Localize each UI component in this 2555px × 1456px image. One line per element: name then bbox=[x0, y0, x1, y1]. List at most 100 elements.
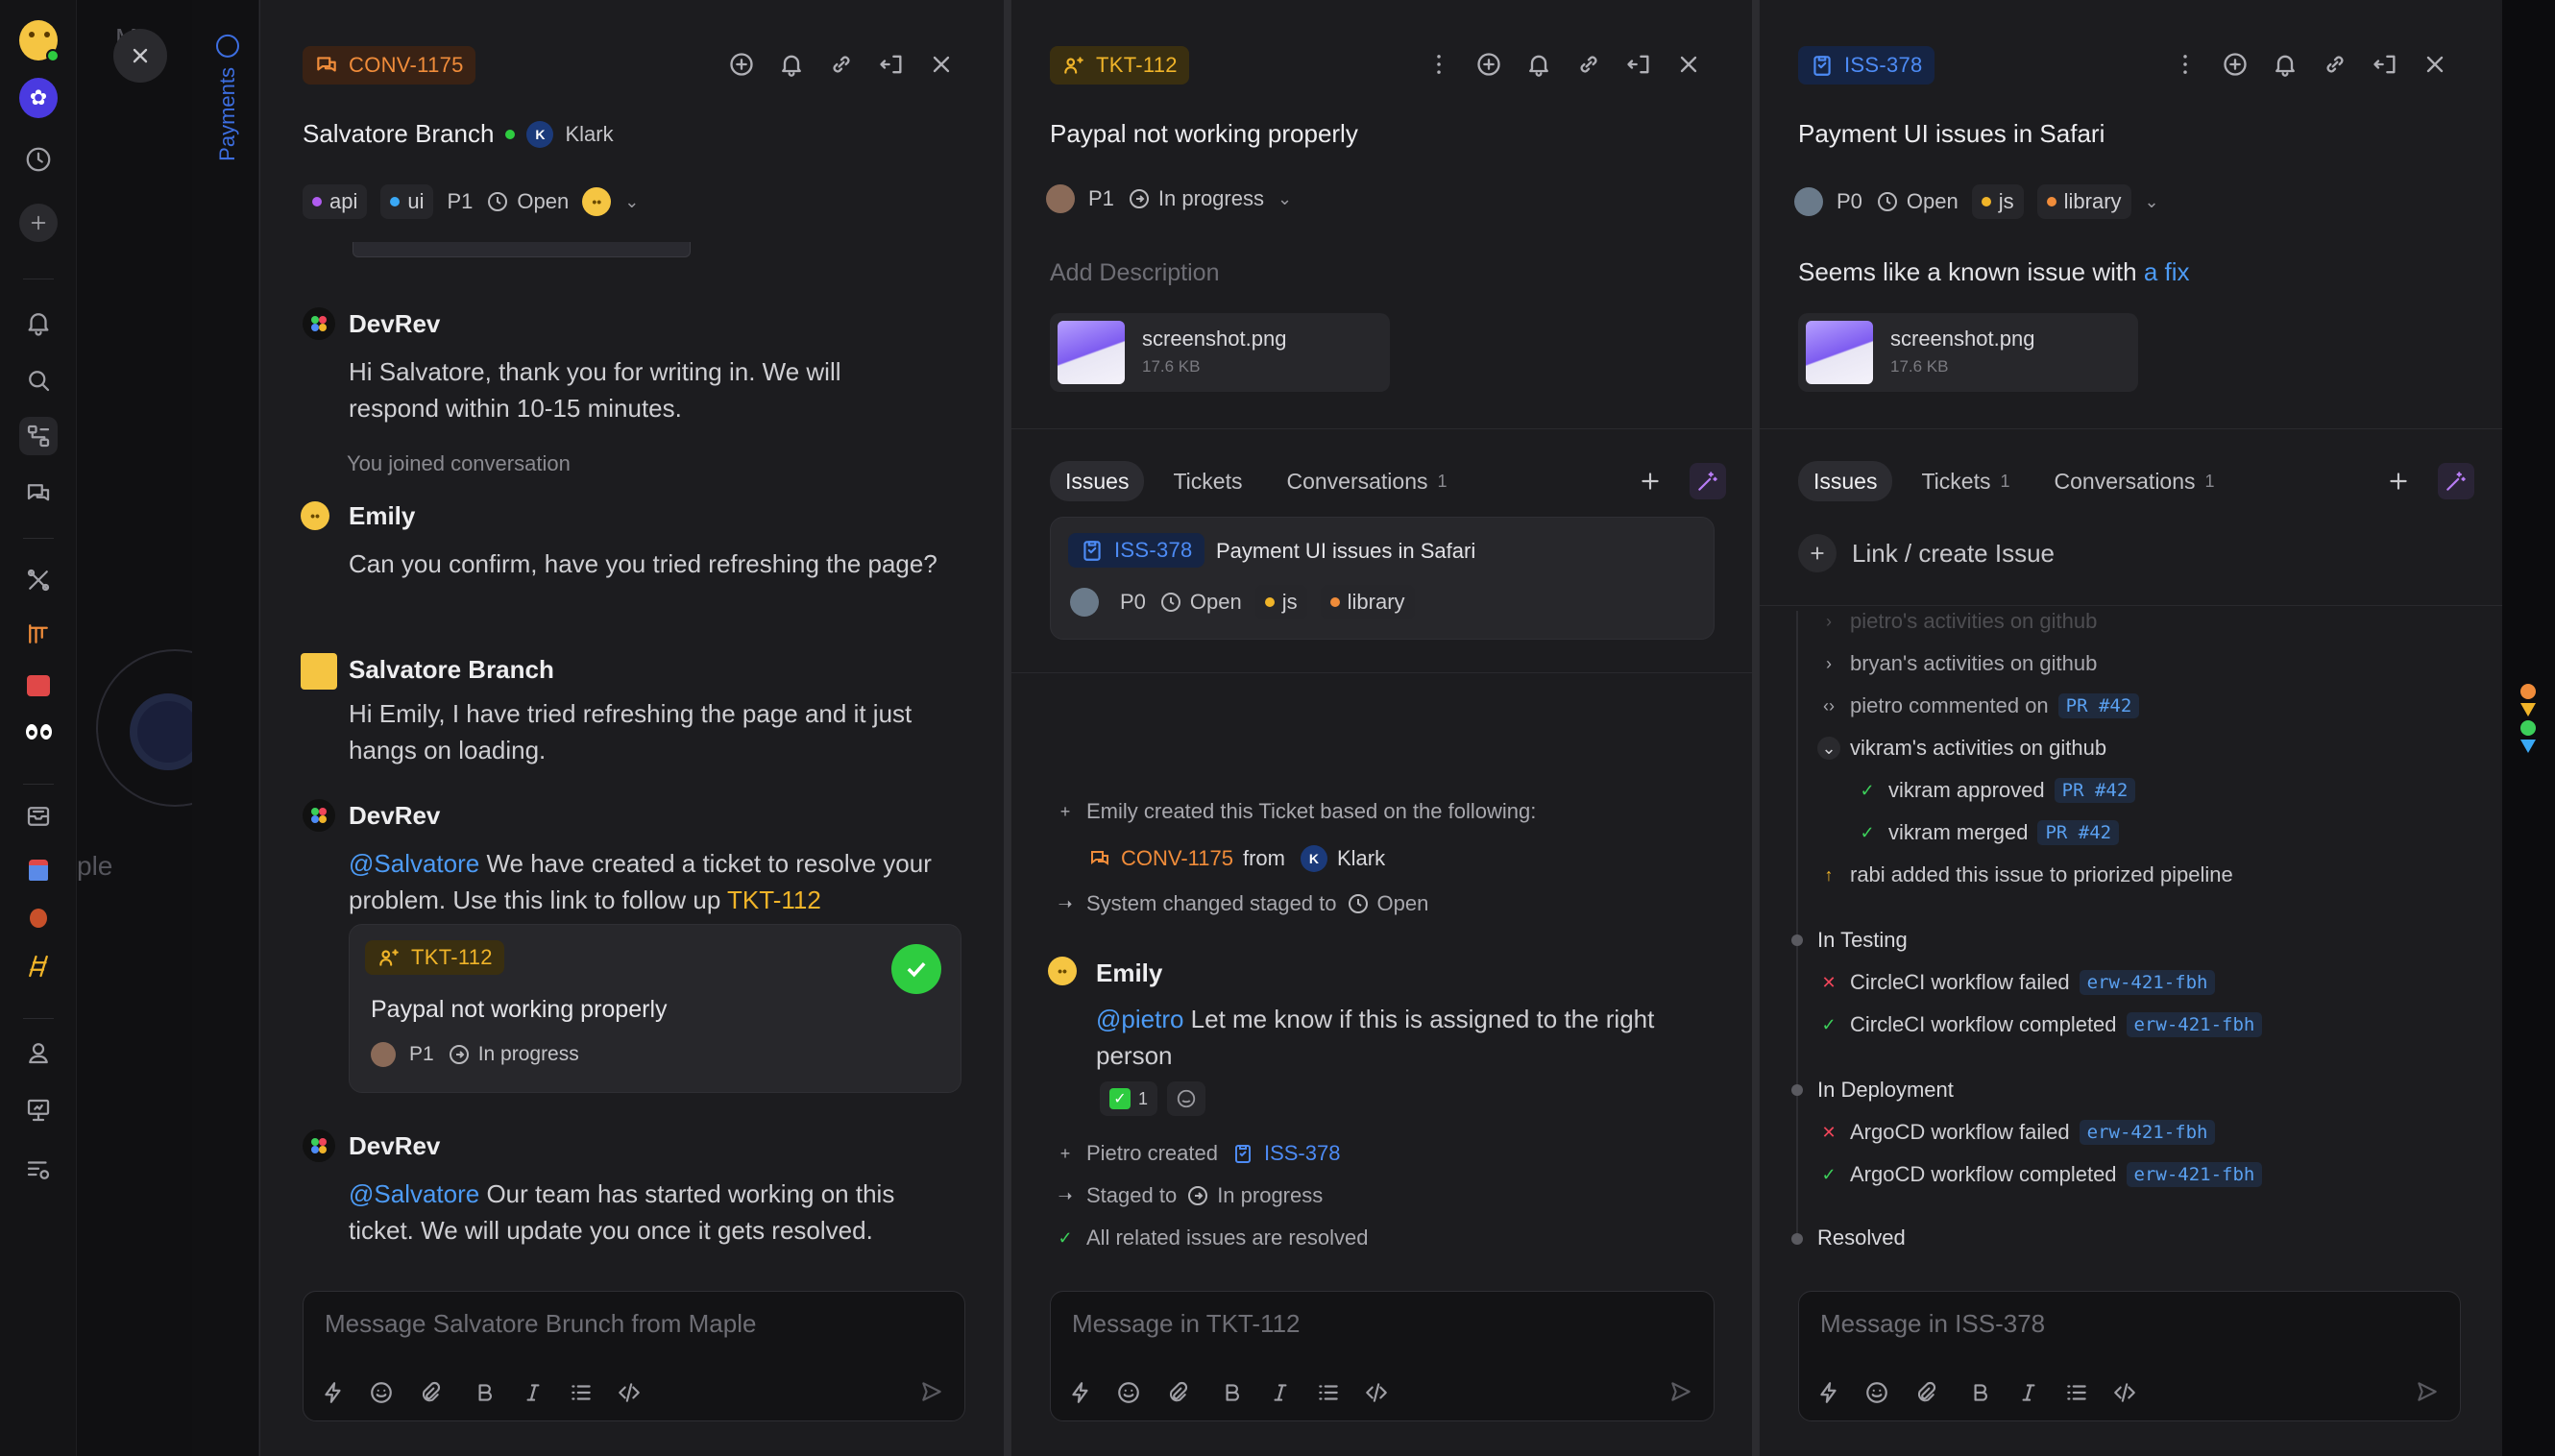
emoji-icon[interactable] bbox=[367, 1378, 396, 1407]
lightning-icon[interactable] bbox=[319, 1378, 348, 1407]
attachment-file[interactable]: screenshot.png 17.6 KB bbox=[1050, 313, 1390, 392]
add-icon[interactable] bbox=[725, 48, 758, 81]
tab-tickets[interactable]: Tickets bbox=[1157, 461, 1257, 501]
priority-field[interactable]: P1 bbox=[447, 189, 473, 214]
timeline-bryan[interactable]: › bryan's activities on github bbox=[1817, 651, 2097, 676]
add-icon[interactable] bbox=[2219, 48, 2251, 81]
issue-id-tag[interactable]: ISS-378 bbox=[1068, 533, 1204, 568]
attachment-icon[interactable] bbox=[1910, 1378, 1939, 1407]
assignee-avatar[interactable] bbox=[1794, 187, 1823, 216]
panel-divider[interactable] bbox=[1752, 0, 1759, 1456]
tag-chip-library[interactable]: library bbox=[2036, 184, 2131, 219]
reaction-chip[interactable]: ✓ 1 bbox=[1100, 1081, 1158, 1116]
assignee-avatar[interactable]: •• bbox=[582, 187, 612, 216]
flow-icon[interactable] bbox=[19, 417, 58, 455]
bell-icon[interactable] bbox=[1522, 48, 1555, 81]
issue-description[interactable]: Seems like a known issue with a fix bbox=[1798, 257, 2190, 287]
message-composer[interactable]: Message in TKT-112 bbox=[1050, 1291, 1715, 1421]
italic-icon[interactable] bbox=[1266, 1378, 1295, 1407]
mention-link[interactable]: @Salvatore bbox=[349, 849, 479, 878]
chevron-down-icon[interactable]: ⌄ bbox=[624, 192, 639, 212]
ticket-id-tag[interactable]: TKT-112 bbox=[365, 940, 504, 975]
close-icon[interactable] bbox=[2419, 48, 2451, 81]
issue-id-tag[interactable]: ISS-378 bbox=[1798, 46, 1934, 85]
presentation-icon[interactable] bbox=[19, 1091, 58, 1129]
issue-title[interactable]: Payment UI issues in Safari bbox=[1798, 119, 2105, 149]
ticket-link[interactable]: TKT-112 bbox=[727, 886, 821, 914]
lightning-icon[interactable] bbox=[1814, 1378, 1843, 1407]
tab-conversations[interactable]: Conversations 1 bbox=[2039, 461, 2230, 501]
ticket-id-tag[interactable]: TKT-112 bbox=[1050, 46, 1189, 85]
attachment-icon[interactable] bbox=[415, 1378, 444, 1407]
panel-divider[interactable] bbox=[1004, 0, 1010, 1456]
linked-issue-card[interactable]: ISS-378 Payment UI issues in Safari P0 O… bbox=[1050, 517, 1715, 640]
collapse-panel-icon[interactable] bbox=[875, 48, 908, 81]
pipeline-icon[interactable] bbox=[19, 615, 58, 653]
mention-link[interactable]: @pietro bbox=[1096, 1005, 1183, 1033]
magic-wand-icon[interactable] bbox=[2438, 463, 2474, 499]
ticket-title[interactable]: Paypal not working properly bbox=[1050, 119, 1358, 149]
close-icon[interactable] bbox=[925, 48, 958, 81]
status-field[interactable]: Open bbox=[1876, 189, 1959, 214]
description-link[interactable]: a fix bbox=[2144, 257, 2190, 286]
code-icon[interactable] bbox=[2110, 1378, 2139, 1407]
send-icon[interactable] bbox=[912, 1372, 951, 1411]
italic-icon[interactable] bbox=[2014, 1378, 2043, 1407]
priority-field[interactable]: P0 bbox=[1837, 189, 1862, 214]
priority-field[interactable]: P1 bbox=[1088, 186, 1114, 211]
send-icon[interactable] bbox=[2408, 1372, 2446, 1411]
pr-link[interactable]: PR #42 bbox=[2057, 693, 2140, 718]
link-icon[interactable] bbox=[825, 48, 858, 81]
branch-link[interactable]: erw-421-fbh bbox=[2079, 970, 2216, 995]
status-field[interactable]: In progress bbox=[1128, 186, 1264, 211]
link-icon[interactable] bbox=[2319, 48, 2351, 81]
train-icon[interactable] bbox=[19, 667, 58, 705]
send-icon[interactable] bbox=[1662, 1372, 1700, 1411]
maple-app-icon[interactable]: ✿ bbox=[19, 78, 58, 118]
branch-link[interactable]: erw-421-fbh bbox=[2079, 1120, 2216, 1145]
chat-icon[interactable] bbox=[19, 474, 58, 513]
eyes-icon[interactable] bbox=[19, 713, 58, 751]
tag-chip-ui[interactable]: ui bbox=[380, 184, 434, 219]
timeline-vikram[interactable]: ⌄ vikram's activities on github bbox=[1817, 736, 2106, 761]
attachment-file[interactable]: screenshot.png 17.6 KB bbox=[1798, 313, 2138, 392]
link-create-issue-button[interactable]: Link / create Issue bbox=[1798, 534, 2055, 572]
collapse-panel-icon[interactable] bbox=[1622, 48, 1655, 81]
tag-chip-api[interactable]: api bbox=[303, 184, 368, 219]
issue-link[interactable]: ISS-378 bbox=[1264, 1141, 1341, 1166]
close-icon[interactable] bbox=[1672, 48, 1705, 81]
bell-icon[interactable] bbox=[19, 303, 58, 342]
add-icon[interactable] bbox=[1632, 463, 1668, 499]
conversation-link[interactable]: CONV-1175 bbox=[1121, 846, 1233, 871]
lightning-icon[interactable] bbox=[1066, 1378, 1095, 1407]
tab-issues[interactable]: Issues bbox=[1050, 461, 1145, 501]
message-composer[interactable]: Message in ISS-378 bbox=[1798, 1291, 2461, 1421]
robot-icon[interactable] bbox=[19, 851, 58, 889]
ladder-icon[interactable] bbox=[19, 947, 58, 985]
add-icon[interactable] bbox=[1472, 48, 1505, 81]
branch-link[interactable]: erw-421-fbh bbox=[2126, 1012, 2263, 1037]
list-icon[interactable] bbox=[567, 1378, 596, 1407]
more-icon[interactable] bbox=[1423, 48, 1455, 81]
code-icon[interactable] bbox=[615, 1378, 644, 1407]
tab-issues[interactable]: Issues bbox=[1798, 461, 1893, 501]
bold-icon[interactable] bbox=[1966, 1378, 1995, 1407]
tag-chip-js[interactable]: js bbox=[1971, 184, 2024, 219]
mention-link[interactable]: @Salvatore bbox=[349, 1179, 479, 1208]
add-icon[interactable] bbox=[2380, 463, 2417, 499]
conversation-id-tag[interactable]: CONV-1175 bbox=[303, 46, 475, 85]
list-icon[interactable] bbox=[2062, 1378, 2091, 1407]
support-icon[interactable] bbox=[19, 1033, 58, 1072]
clock-icon[interactable] bbox=[19, 140, 58, 179]
inbox-icon[interactable] bbox=[19, 797, 58, 836]
list-settings-icon[interactable] bbox=[19, 1151, 58, 1189]
collapse-panel-icon[interactable] bbox=[2369, 48, 2401, 81]
chevron-down-icon[interactable]: ⌄ bbox=[2145, 192, 2159, 212]
emoji-icon[interactable] bbox=[1862, 1378, 1891, 1407]
tab-payments[interactable]: Payments bbox=[213, 35, 242, 161]
chevron-down-icon[interactable]: ⌄ bbox=[1278, 189, 1292, 209]
pr-link[interactable]: PR #42 bbox=[2037, 820, 2120, 845]
pr-link[interactable]: PR #42 bbox=[2054, 778, 2136, 803]
more-icon[interactable] bbox=[2169, 48, 2202, 81]
bug-icon[interactable] bbox=[19, 899, 58, 937]
